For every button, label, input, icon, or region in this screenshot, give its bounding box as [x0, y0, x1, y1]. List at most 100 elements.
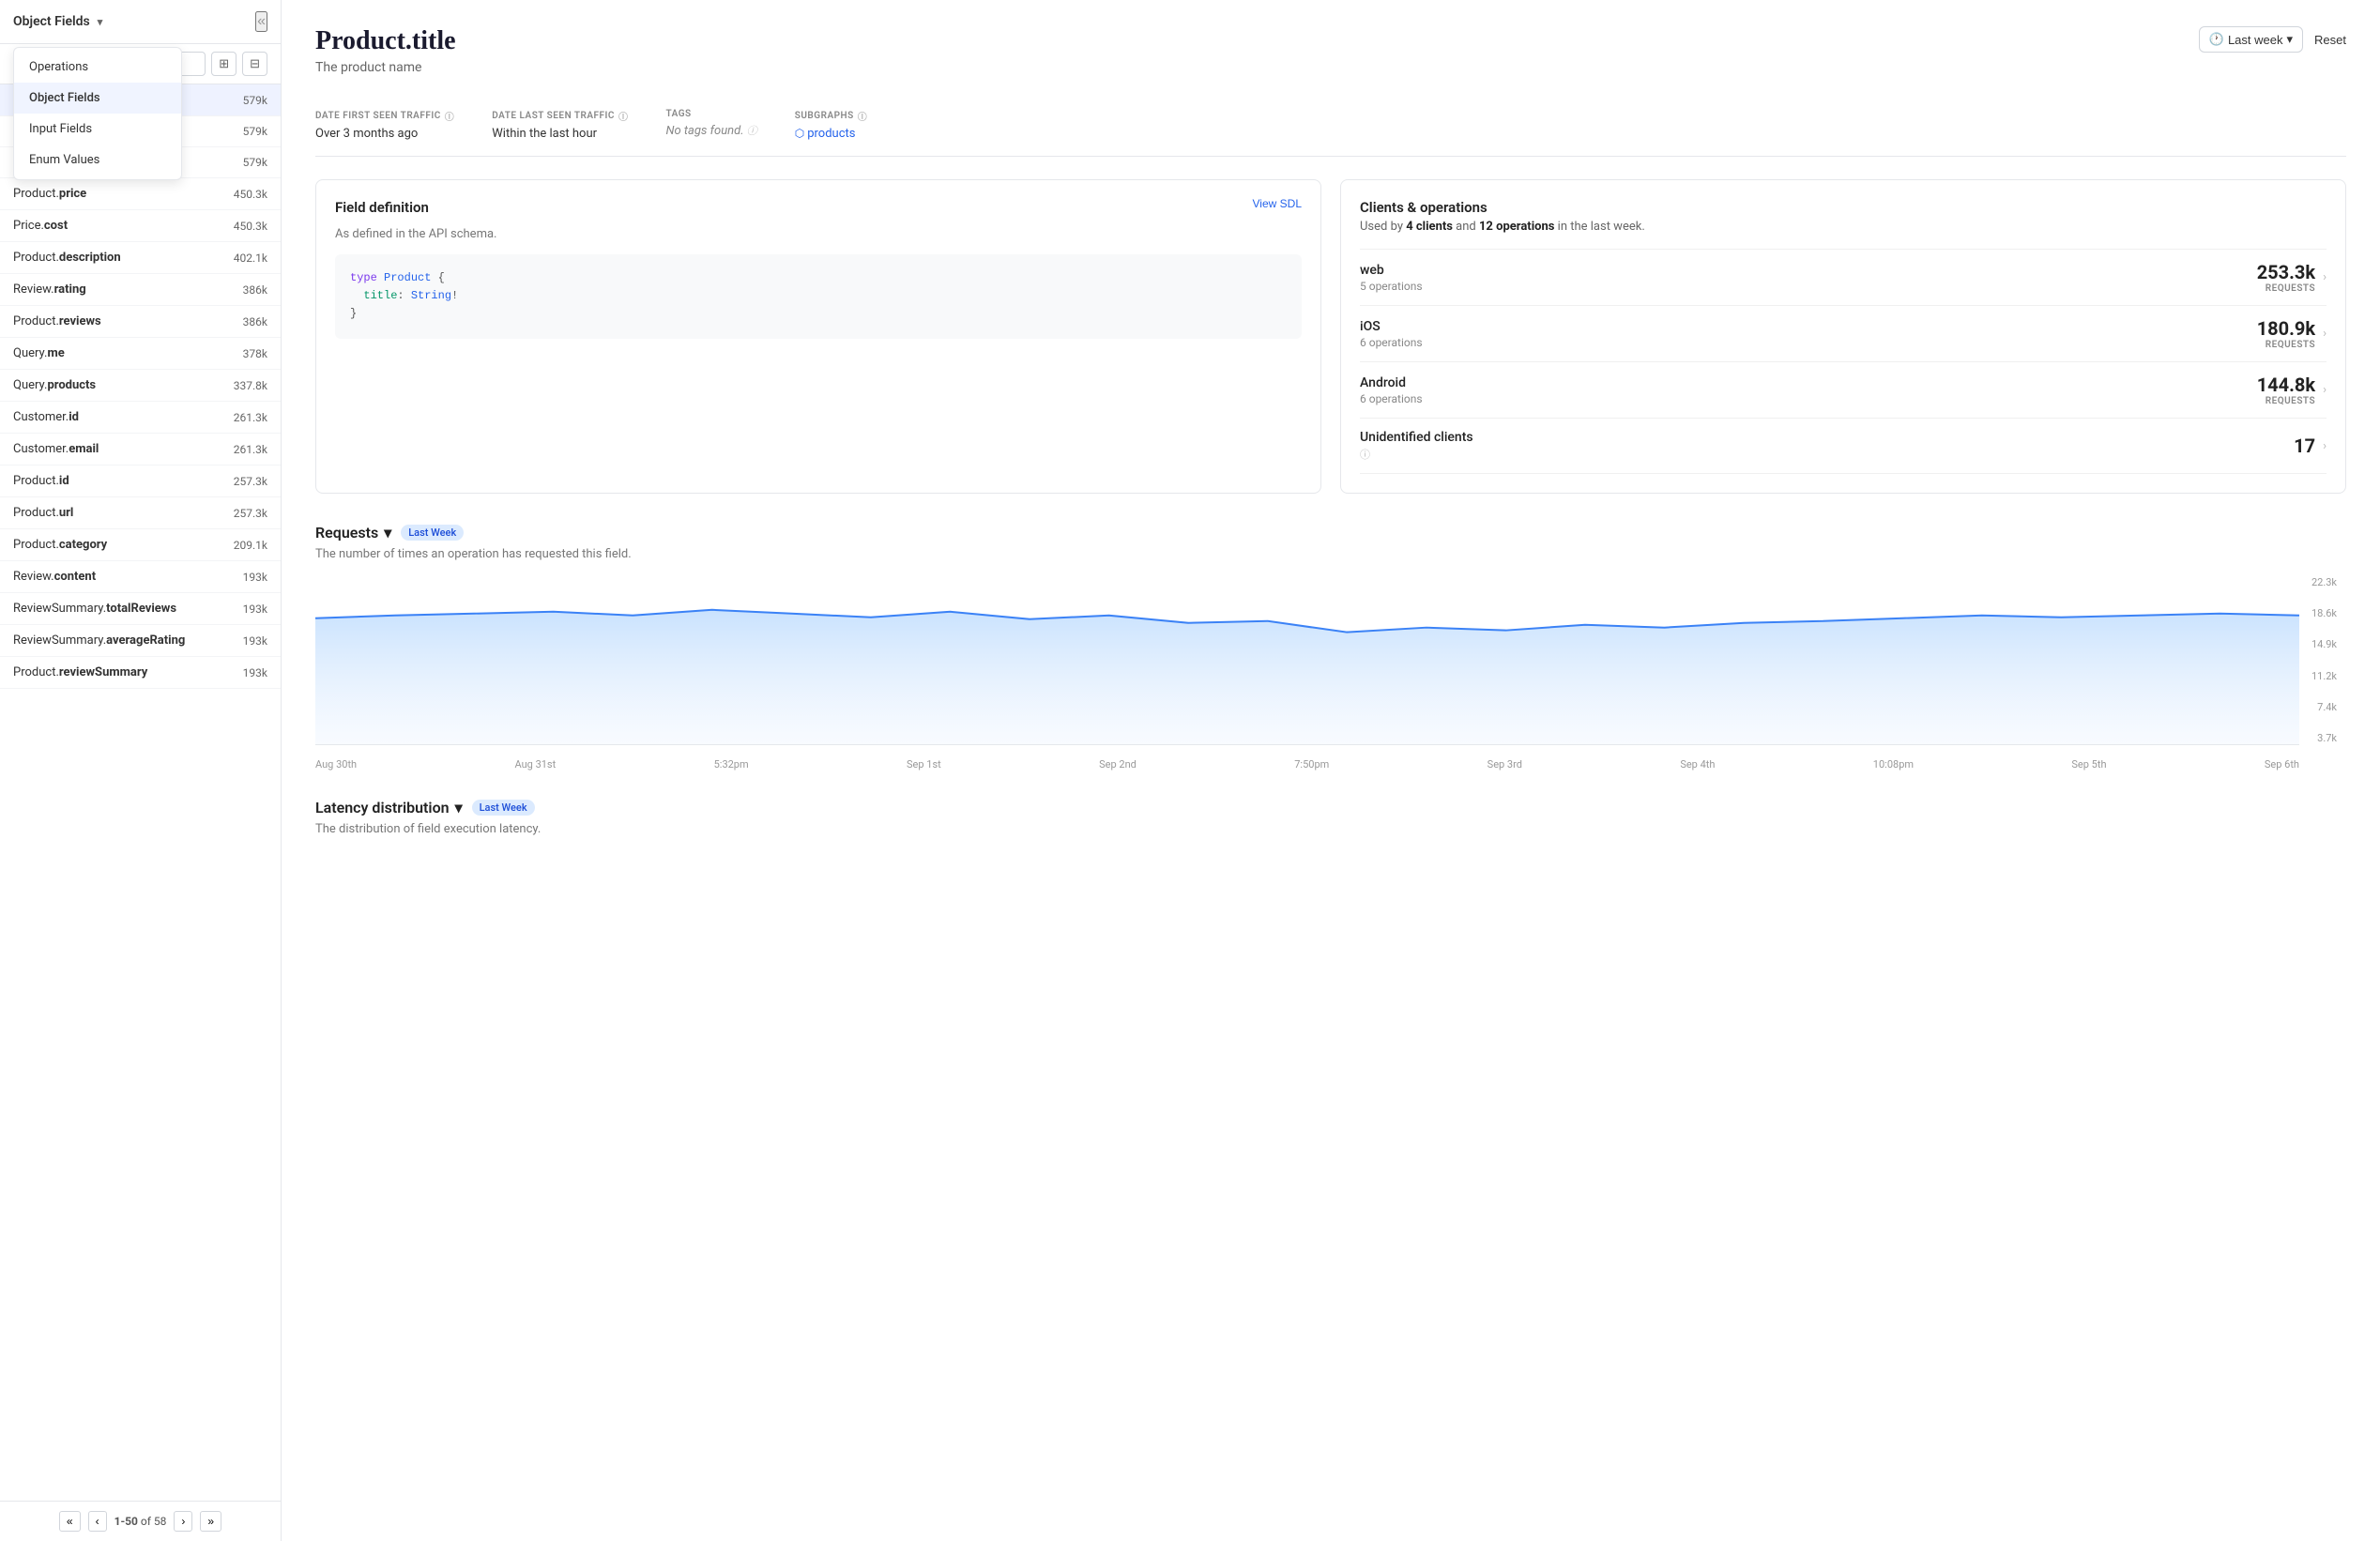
client-row-unidentified[interactable]: Unidentified clients ⓘ 17 ›	[1360, 418, 2327, 474]
field-row-product-url[interactable]: Product.url 257.3k	[0, 497, 281, 529]
client-req-label: REQUESTS	[2257, 396, 2315, 406]
field-row-product-price[interactable]: Product.price 450.3k	[0, 178, 281, 210]
field-definition-card: Field definition View SDL As defined in …	[315, 179, 1321, 494]
field-row-query-products[interactable]: Query.products 337.8k	[0, 370, 281, 402]
field-row-review-content[interactable]: Review.content 193k	[0, 561, 281, 593]
latency-time-badge[interactable]: Last Week	[472, 800, 535, 816]
client-requests: 180.9k	[2257, 317, 2315, 340]
field-count: 261.3k	[234, 443, 267, 456]
time-range-label: Last week	[2228, 33, 2283, 47]
view-sdl-button[interactable]: View SDL	[1253, 197, 1302, 210]
field-count: 261.3k	[234, 411, 267, 424]
sidebar: Object Fields ▾ « Operations Object Fiel…	[0, 0, 282, 1541]
x-label: 10:08pm	[1873, 758, 1914, 770]
info-icon: ⓘ	[618, 109, 629, 123]
field-row-product-category[interactable]: Product.category 209.1k	[0, 529, 281, 561]
field-name: Product.id	[13, 474, 69, 488]
meta-date-last-value: Within the last hour	[492, 127, 628, 141]
client-requests: 17	[2294, 435, 2315, 457]
sidebar-dropdown-trigger[interactable]: Object Fields ▾	[13, 14, 102, 29]
field-row-review-rating[interactable]: Review.rating 386k	[0, 274, 281, 306]
x-label: 7:50pm	[1294, 758, 1329, 770]
client-req-label: REQUESTS	[2257, 340, 2315, 350]
x-label: Sep 5th	[2071, 758, 2106, 770]
client-ops: 6 operations	[1360, 392, 1423, 405]
field-row-product-description[interactable]: Product.description 402.1k	[0, 242, 281, 274]
client-requests: 253.3k	[2257, 261, 2315, 283]
page-next-button[interactable]: ›	[174, 1511, 192, 1532]
ops-count: 12 operations	[1479, 220, 1554, 234]
y-label-4: 11.2k	[2311, 670, 2337, 682]
main-content: Product.title The product name 🕐 Last we…	[282, 0, 2380, 1541]
meta-subgraphs-label: SUBGRAPHS ⓘ	[795, 109, 867, 123]
field-name: Price.cost	[13, 219, 68, 233]
field-count: 209.1k	[234, 539, 267, 552]
clock-icon: 🕐	[2209, 32, 2224, 47]
page-title: Product.title	[315, 26, 456, 56]
page-prev-button[interactable]: ‹	[88, 1511, 107, 1532]
meta-date-last-label: DATE LAST SEEN TRAFFIC ⓘ	[492, 109, 628, 123]
client-row-ios[interactable]: iOS 6 operations 180.9k REQUESTS ›	[1360, 305, 2327, 361]
field-count: 579k	[243, 125, 267, 138]
x-label: Sep 4th	[1680, 758, 1715, 770]
time-badge[interactable]: Last Week	[401, 525, 464, 541]
code-block: type Product { title: String! }	[335, 254, 1302, 339]
y-label-6: 3.7k	[2311, 732, 2337, 744]
field-name: Product.url	[13, 506, 73, 520]
chart-x-labels: Aug 30th Aug 31st 5:32pm Sep 1st Sep 2nd…	[315, 753, 2299, 776]
meta-row: DATE FIRST SEEN TRAFFIC ⓘ Over 3 months …	[315, 94, 2346, 157]
clients-subtitle: Used by 4 clients and 12 operations in t…	[1360, 220, 2327, 234]
field-row-customer-email[interactable]: Customer.email 261.3k	[0, 434, 281, 465]
latency-section-title[interactable]: Latency distribution ▾	[315, 799, 463, 816]
field-row-customer-id[interactable]: Customer.id 261.3k	[0, 402, 281, 434]
chevron-down-icon: ▾	[455, 799, 463, 816]
field-name: Review.rating	[13, 282, 86, 297]
field-row-price-cost[interactable]: Price.cost 450.3k	[0, 210, 281, 242]
time-range-button[interactable]: 🕐 Last week ▾	[2199, 26, 2303, 53]
field-name: Product.price	[13, 187, 86, 201]
field-count: 450.3k	[234, 188, 267, 201]
client-name: Android	[1360, 375, 1423, 390]
sidebar-item-input-fields[interactable]: Input Fields	[14, 114, 181, 145]
field-row-query-me[interactable]: Query.me 378k	[0, 338, 281, 370]
top-bar-actions: 🕐 Last week ▾ Reset	[2199, 26, 2346, 53]
reset-button[interactable]: Reset	[2314, 33, 2346, 47]
pagination-label: 1-50 of 58	[114, 1515, 167, 1528]
collapse-sidebar-button[interactable]: «	[255, 11, 267, 32]
client-name: web	[1360, 263, 1423, 278]
field-count: 386k	[243, 315, 267, 328]
client-row-web[interactable]: web 5 operations 253.3k REQUESTS ›	[1360, 249, 2327, 305]
chart-y-labels: 22.3k 18.6k 14.9k 11.2k 7.4k 3.7k	[2311, 576, 2337, 744]
chart-svg	[315, 576, 2299, 744]
field-row-product-id[interactable]: Product.id 257.3k	[0, 465, 281, 497]
page-first-button[interactable]: «	[59, 1511, 81, 1532]
field-row-product-reviewsummary[interactable]: Product.reviewSummary 193k	[0, 657, 281, 689]
sidebar-title: Object Fields	[13, 14, 90, 29]
field-row-reviewsummary-averagerating[interactable]: ReviewSummary.averageRating 193k	[0, 625, 281, 657]
client-ops: 5 operations	[1360, 280, 1423, 293]
filter-button[interactable]: ⊞	[211, 52, 236, 76]
page-last-button[interactable]: »	[200, 1511, 221, 1532]
chevron-down-icon: ▾	[2287, 32, 2294, 47]
y-label-2: 18.6k	[2311, 607, 2337, 619]
client-row-android[interactable]: Android 6 operations 144.8k REQUESTS ›	[1360, 361, 2327, 418]
field-row-reviewsummary-totalreviews[interactable]: ReviewSummary.totalReviews 193k	[0, 593, 281, 625]
field-name: ReviewSummary.totalReviews	[13, 602, 176, 616]
view-toggle-button[interactable]: ⊟	[242, 52, 267, 76]
sidebar-item-object-fields[interactable]: Object Fields	[14, 83, 181, 114]
field-name: Customer.id	[13, 410, 79, 424]
field-def-title: Field definition	[335, 199, 429, 216]
meta-date-first-value: Over 3 months ago	[315, 127, 454, 141]
field-count: 257.3k	[234, 475, 267, 488]
x-label: Aug 31st	[514, 758, 556, 770]
sidebar-item-enum-values[interactable]: Enum Values	[14, 145, 181, 175]
meta-date-first: DATE FIRST SEEN TRAFFIC ⓘ Over 3 months …	[315, 109, 454, 141]
field-name: Review.content	[13, 570, 96, 584]
x-label: Sep 3rd	[1488, 758, 1522, 770]
section-title[interactable]: Requests ▾	[315, 524, 391, 542]
meta-tags: TAGS No tags found. ⓘ	[665, 109, 756, 141]
sidebar-item-operations[interactable]: Operations	[14, 52, 181, 83]
field-row-product-reviews[interactable]: Product.reviews 386k	[0, 306, 281, 338]
sidebar-dropdown-menu: Operations Object Fields Input Fields En…	[13, 47, 182, 180]
info-icon: ⓘ	[445, 109, 455, 123]
